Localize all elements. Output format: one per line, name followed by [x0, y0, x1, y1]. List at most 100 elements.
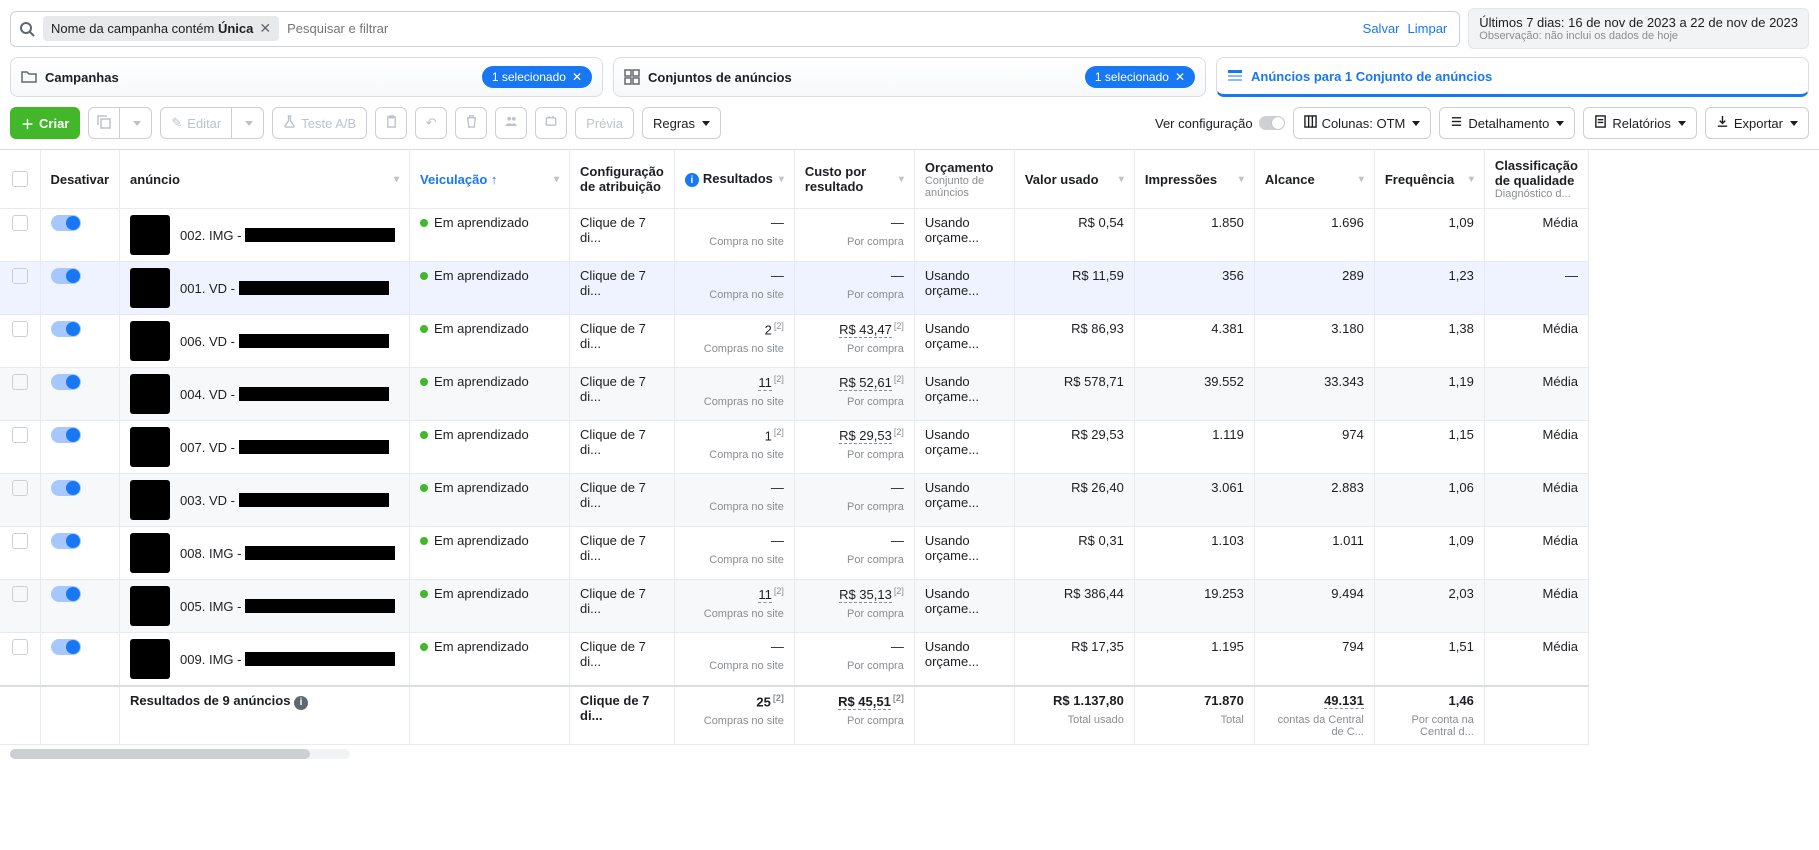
sort-icon[interactable]: ▾	[1469, 174, 1474, 185]
attribution-value: Clique de 7 di...	[570, 368, 674, 410]
selection-badge[interactable]: 1 selecionado✕	[482, 66, 592, 88]
duplicate-button[interactable]	[88, 107, 120, 139]
reports-button[interactable]: Relatórios	[1583, 107, 1697, 139]
search-wrap[interactable]: Nome da campanha contém Única ✕ Salvar L…	[10, 11, 1460, 47]
ad-name-cell[interactable]: 004. VD -	[120, 368, 409, 420]
audience-button[interactable]	[495, 107, 527, 139]
ad-name-cell[interactable]: 006. VD -	[120, 315, 409, 367]
columns-button[interactable]: Colunas: OTM	[1293, 107, 1432, 139]
filter-chip[interactable]: Nome da campanha contém Única ✕	[43, 16, 279, 41]
status-toggle[interactable]	[51, 268, 81, 284]
row-checkbox[interactable]	[12, 586, 28, 602]
row-checkbox[interactable]	[12, 639, 28, 655]
undo-button[interactable]: ↶	[415, 107, 447, 139]
ad-name-cell[interactable]: 008. IMG -	[120, 527, 409, 579]
table-row[interactable]: 008. IMG - Em aprendizado Clique de 7 di…	[0, 527, 1588, 580]
ads-table: Desativar anúncio ▾ Veiculação ↑ ▾ Configu…	[0, 150, 1589, 745]
status-toggle[interactable]	[51, 586, 81, 602]
sort-icon[interactable]: ▾	[1359, 174, 1364, 185]
table-row[interactable]: 009. IMG - Em aprendizado Clique de 7 di…	[0, 633, 1588, 687]
results-value: —	[675, 209, 794, 236]
ad-name-cell[interactable]: 003. VD -	[120, 474, 409, 526]
status-toggle[interactable]	[51, 639, 81, 655]
col-results[interactable]: iResultados	[685, 171, 773, 188]
results-value: —	[675, 262, 794, 289]
create-button[interactable]: ＋Criar	[10, 107, 80, 139]
col-cost[interactable]: Custo porresultado	[805, 164, 866, 194]
delete-button[interactable]	[455, 107, 487, 139]
sort-icon[interactable]: ▾	[779, 174, 784, 185]
breakdown-button[interactable]: Detalhamento	[1439, 107, 1575, 139]
selection-badge[interactable]: 1 selecionado✕	[1085, 66, 1195, 88]
sort-icon[interactable]: ▾	[554, 174, 559, 185]
select-all-checkbox[interactable]	[12, 171, 28, 187]
row-checkbox[interactable]	[12, 268, 28, 284]
export-button[interactable]: Exportar	[1705, 107, 1809, 139]
edit-button[interactable]: ✎Editar	[160, 107, 232, 139]
status-toggle[interactable]	[51, 321, 81, 337]
col-attribution[interactable]: Configuraçãode atribuição	[580, 164, 664, 194]
horizontal-scrollbar[interactable]	[10, 749, 350, 759]
table-row[interactable]: 006. VD - Em aprendizado Clique de 7 di.…	[0, 315, 1588, 368]
clipboard-button[interactable]	[375, 107, 407, 139]
table-row[interactable]: 001. VD - Em aprendizado Clique de 7 di.…	[0, 262, 1588, 315]
scrollbar-thumb[interactable]	[10, 749, 310, 759]
col-toggle[interactable]: Desativar	[51, 172, 110, 187]
tab-adsets[interactable]: Conjuntos de anúncios 1 selecionado✕	[613, 57, 1206, 97]
preview-button[interactable]: Prévia	[575, 107, 634, 139]
table-row[interactable]: 005. IMG - Em aprendizado Clique de 7 di…	[0, 580, 1588, 633]
col-frequency[interactable]: Frequência	[1385, 172, 1454, 187]
tab-ads[interactable]: Anúncios para 1 Conjunto de anúncios	[1216, 57, 1809, 97]
row-checkbox[interactable]	[12, 321, 28, 337]
duplicate-dropdown[interactable]	[120, 107, 152, 139]
status-toggle[interactable]	[51, 374, 81, 390]
row-checkbox[interactable]	[12, 374, 28, 390]
status-toggle[interactable]	[51, 215, 81, 231]
sort-icon[interactable]: ▾	[899, 174, 904, 185]
attribution-value: Clique de 7 di...	[570, 527, 674, 569]
date-range-picker[interactable]: Últimos 7 dias: 16 de nov de 2023 a 22 d…	[1468, 8, 1809, 49]
close-icon[interactable]: ✕	[259, 20, 271, 37]
sort-icon[interactable]: ▾	[1239, 174, 1244, 185]
tag-button[interactable]	[535, 107, 567, 139]
frequency-value: 1,51	[1375, 633, 1484, 660]
ad-name-cell[interactable]: 007. VD -	[120, 421, 409, 473]
edit-dropdown[interactable]	[232, 107, 264, 139]
clear-filter-link[interactable]: Limpar	[1408, 21, 1448, 36]
row-checkbox[interactable]	[12, 480, 28, 496]
reach-value: 3.180	[1255, 315, 1374, 342]
table-row[interactable]: 007. VD - Em aprendizado Clique de 7 di.…	[0, 421, 1588, 474]
ad-name-cell[interactable]: 009. IMG -	[120, 633, 409, 685]
col-delivery[interactable]: Veiculação ↑	[420, 172, 497, 187]
ad-name-cell[interactable]: 005. IMG -	[120, 580, 409, 632]
totals-results-sub: Compras no site	[675, 715, 794, 733]
sort-icon[interactable]: ▾	[1119, 174, 1124, 185]
col-ad[interactable]: anúncio	[130, 172, 180, 187]
tab-campaigns[interactable]: Campanhas 1 selecionado✕	[10, 57, 603, 97]
close-icon[interactable]: ✕	[1175, 70, 1185, 84]
col-reach[interactable]: Alcance	[1265, 172, 1315, 187]
quality-value: Média	[1485, 527, 1588, 554]
rules-button[interactable]: Regras	[642, 107, 721, 139]
status-toggle[interactable]	[51, 533, 81, 549]
row-checkbox[interactable]	[12, 427, 28, 443]
ad-name-cell[interactable]: 001. VD -	[120, 262, 409, 314]
row-checkbox[interactable]	[12, 215, 28, 231]
row-checkbox[interactable]	[12, 533, 28, 549]
col-impressions[interactable]: Impressões	[1145, 172, 1217, 187]
view-config-toggle[interactable]: Ver configuração	[1155, 116, 1285, 131]
save-filter-link[interactable]: Salvar	[1363, 21, 1400, 36]
close-icon[interactable]: ✕	[572, 70, 582, 84]
table-row[interactable]: 003. VD - Em aprendizado Clique de 7 di.…	[0, 474, 1588, 527]
sort-icon[interactable]: ▾	[394, 174, 399, 185]
status-toggle[interactable]	[51, 480, 81, 496]
table-row[interactable]: 004. VD - Em aprendizado Clique de 7 di.…	[0, 368, 1588, 421]
abtest-button[interactable]: Teste A/B	[272, 107, 367, 139]
search-input[interactable]	[287, 21, 1355, 36]
table-row[interactable]: 002. IMG - Em aprendizado Clique de 7 di…	[0, 209, 1588, 262]
col-budget[interactable]: OrçamentoConjunto de anúncios	[925, 160, 1004, 199]
col-spend[interactable]: Valor usado	[1025, 172, 1099, 187]
status-toggle[interactable]	[51, 427, 81, 443]
ad-name-cell[interactable]: 002. IMG -	[120, 209, 409, 261]
col-quality[interactable]: Classificaçãode qualidadeDiagnóstico d..…	[1495, 158, 1578, 200]
